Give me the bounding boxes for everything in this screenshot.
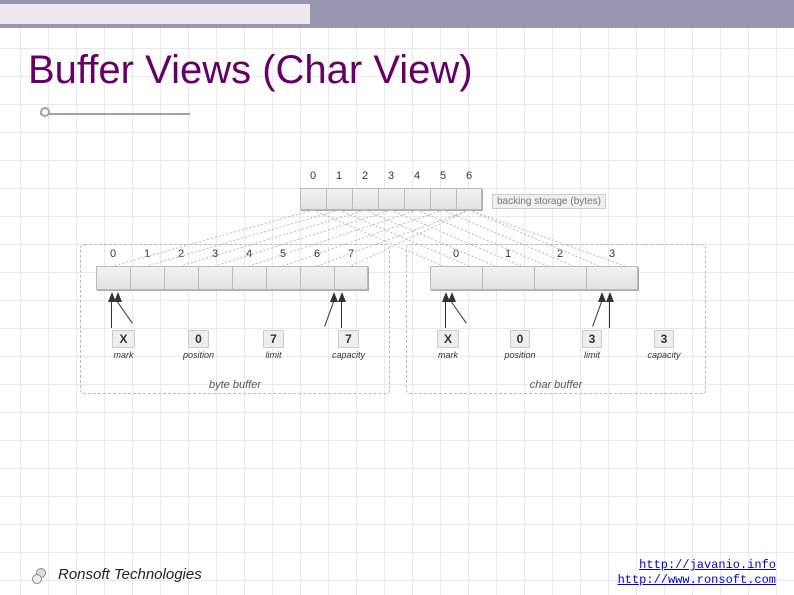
arrow-icon bbox=[330, 292, 338, 302]
char-capacity: 3 capacity bbox=[628, 330, 700, 360]
backing-idx-6: 6 bbox=[456, 170, 482, 182]
char-props: X mark 0 position 3 limit 3 capacity bbox=[412, 330, 700, 360]
title-bullet-icon bbox=[40, 107, 50, 117]
char-idx-1: 1 bbox=[482, 248, 534, 260]
footer-company: Ronsoft Technologies bbox=[58, 566, 202, 583]
byte-mark: X mark bbox=[86, 330, 161, 360]
backing-cell bbox=[352, 188, 378, 210]
char-position: 0 position bbox=[484, 330, 556, 360]
title-underline bbox=[40, 110, 190, 115]
arrow-line bbox=[111, 302, 112, 328]
footer-link-2[interactable]: http://www.ronsoft.com bbox=[618, 573, 776, 587]
char-mark: X mark bbox=[412, 330, 484, 360]
byte-idx-0: 0 bbox=[96, 248, 130, 260]
byte-cell bbox=[266, 266, 300, 290]
byte-cell bbox=[130, 266, 164, 290]
char-idx-3: 3 bbox=[586, 248, 638, 260]
char-limit: 3 limit bbox=[556, 330, 628, 360]
footer-bullet-icon bbox=[32, 568, 46, 582]
slide-title: Buffer Views (Char View) bbox=[28, 48, 473, 93]
byte-idx-7: 7 bbox=[334, 248, 368, 260]
arrow-icon bbox=[606, 292, 614, 302]
char-cell bbox=[430, 266, 482, 290]
backing-cell bbox=[326, 188, 352, 210]
backing-cell bbox=[378, 188, 404, 210]
byte-cells bbox=[96, 266, 368, 290]
char-idx-2: 2 bbox=[534, 248, 586, 260]
diagram: 0 1 2 3 4 5 6 backing storage (bytes) by… bbox=[90, 170, 710, 400]
byte-idx-2: 2 bbox=[164, 248, 198, 260]
backing-idx-0: 0 bbox=[300, 170, 326, 182]
backing-label: backing storage (bytes) bbox=[492, 194, 606, 209]
byte-position: 0 position bbox=[161, 330, 236, 360]
byte-cell bbox=[96, 266, 130, 290]
byte-limit: 7 limit bbox=[236, 330, 311, 360]
backing-cell bbox=[300, 188, 326, 210]
char-cell bbox=[482, 266, 534, 290]
char-idx-0: 0 bbox=[430, 248, 482, 260]
backing-cells bbox=[300, 188, 482, 210]
byte-capacity: 7 capacity bbox=[311, 330, 386, 360]
arrow-line bbox=[341, 302, 342, 328]
backing-idx-5: 5 bbox=[430, 170, 456, 182]
backing-cell bbox=[456, 188, 482, 210]
topbar-placeholder bbox=[0, 4, 310, 24]
footer-link-1[interactable]: http://javanio.info bbox=[639, 558, 776, 572]
footer-links: http://javanio.info http://www.ronsoft.c… bbox=[618, 558, 776, 587]
byte-cell bbox=[334, 266, 368, 290]
char-cell bbox=[534, 266, 586, 290]
byte-cell bbox=[198, 266, 232, 290]
byte-cell bbox=[164, 266, 198, 290]
byte-props: X mark 0 position 7 limit 7 capacity bbox=[86, 330, 386, 360]
char-buffer-label: char buffer bbox=[407, 379, 705, 391]
byte-cell bbox=[300, 266, 334, 290]
char-cells bbox=[430, 266, 638, 290]
byte-buffer-label: byte buffer bbox=[81, 379, 389, 391]
byte-idx-6: 6 bbox=[300, 248, 334, 260]
byte-idx-3: 3 bbox=[198, 248, 232, 260]
arrow-icon bbox=[448, 292, 456, 302]
backing-idx-4: 4 bbox=[404, 170, 430, 182]
backing-indices: 0 1 2 3 4 5 6 bbox=[300, 170, 482, 182]
arrow-icon bbox=[114, 292, 122, 302]
backing-idx-2: 2 bbox=[352, 170, 378, 182]
backing-idx-1: 1 bbox=[326, 170, 352, 182]
byte-idx-1: 1 bbox=[130, 248, 164, 260]
char-cell bbox=[586, 266, 638, 290]
byte-indices: 0 1 2 3 4 5 6 7 bbox=[96, 248, 368, 260]
char-indices: 0 1 2 3 bbox=[430, 248, 638, 260]
arrow-icon bbox=[598, 292, 606, 302]
arrow-line bbox=[609, 302, 610, 328]
backing-cell bbox=[404, 188, 430, 210]
byte-cell bbox=[232, 266, 266, 290]
arrow-line bbox=[445, 302, 446, 328]
topbar bbox=[0, 0, 794, 28]
byte-idx-4: 4 bbox=[232, 248, 266, 260]
arrow-icon bbox=[338, 292, 346, 302]
byte-idx-5: 5 bbox=[266, 248, 300, 260]
backing-idx-3: 3 bbox=[378, 170, 404, 182]
backing-cell bbox=[430, 188, 456, 210]
